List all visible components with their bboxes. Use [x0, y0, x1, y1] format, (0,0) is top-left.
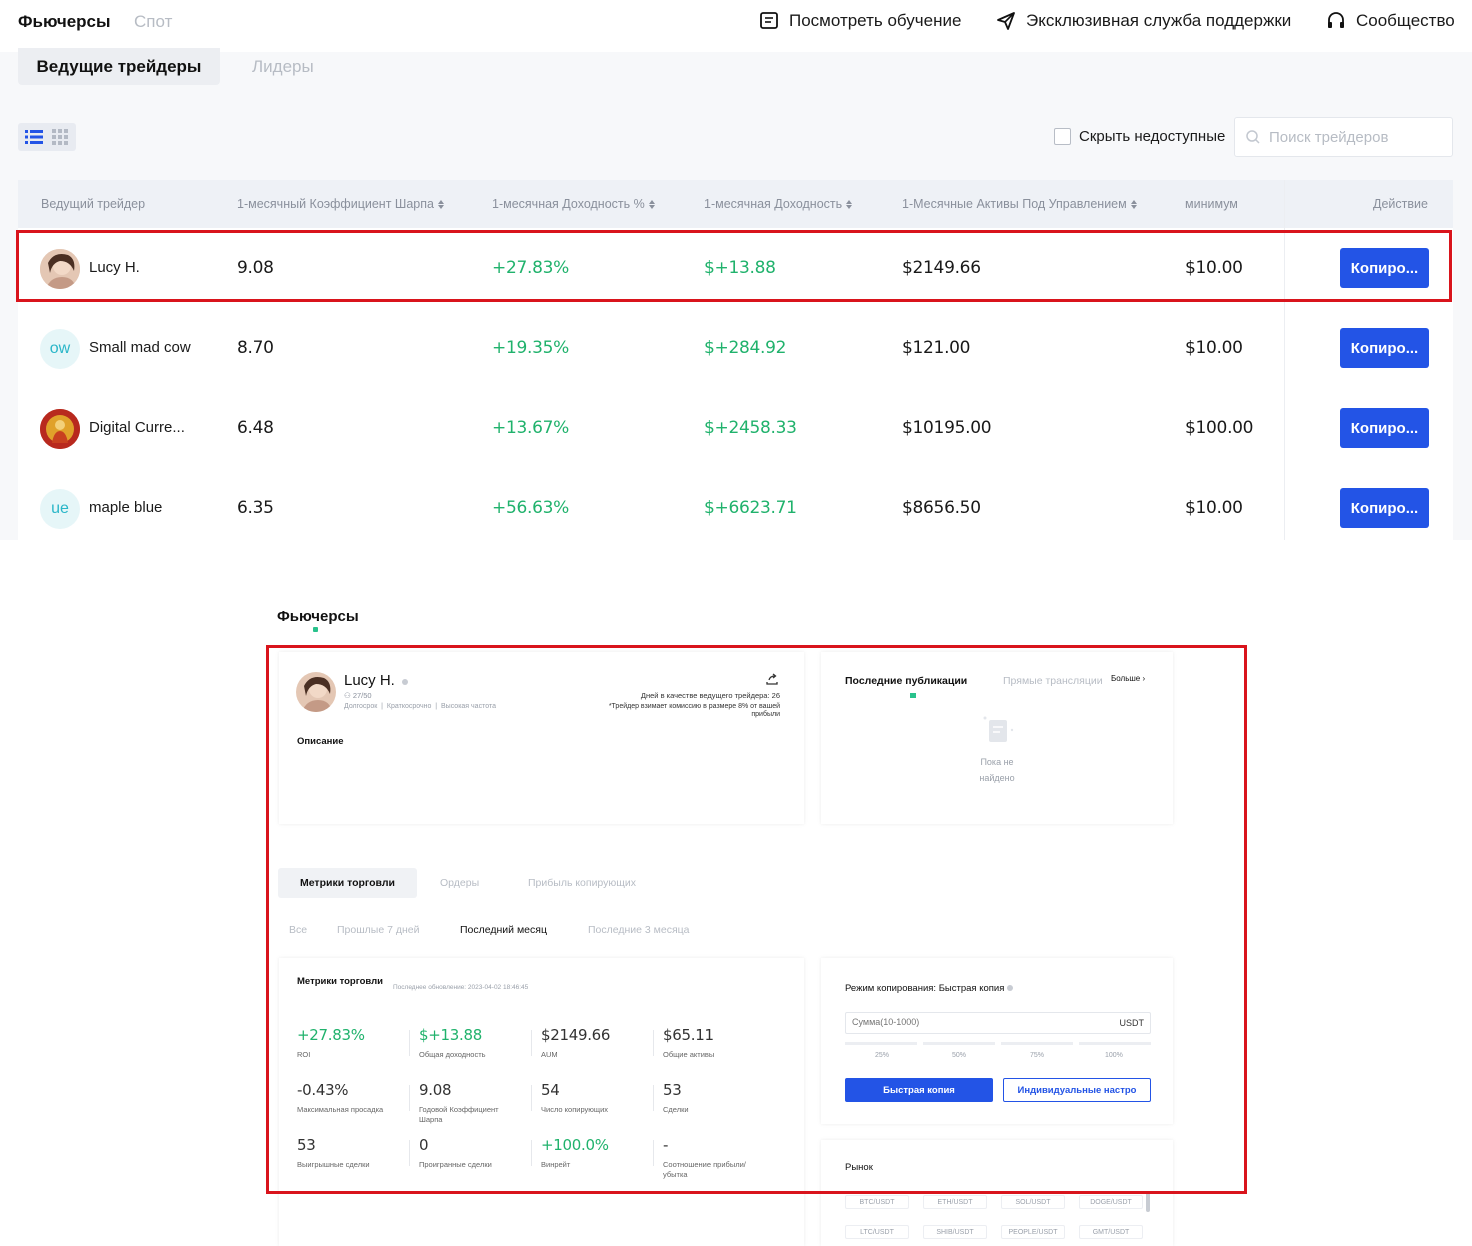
market-pair[interactable]: SOL/USDT: [1001, 1195, 1065, 1209]
minimum-value: $10.00: [1185, 498, 1243, 518]
avatar[interactable]: ow: [40, 329, 80, 369]
grid-view-icon[interactable]: [50, 128, 70, 146]
copy-button[interactable]: Копиро...: [1340, 328, 1429, 368]
pnl-value: $+2458.33: [704, 418, 797, 438]
send-icon: [997, 12, 1015, 30]
minimum-value: $10.00: [1185, 338, 1243, 358]
highlight-box: [266, 645, 1247, 1194]
aum-value: $121.00: [902, 338, 971, 358]
headset-icon: [1328, 12, 1344, 28]
support-link[interactable]: Эксклюзивная служба поддержки: [996, 11, 1291, 31]
tab-futures[interactable]: Фьючерсы: [18, 12, 111, 32]
document-icon: [760, 12, 778, 29]
hide-unavailable-label: Скрыть недоступные: [1079, 128, 1226, 145]
table-header: Ведущий трейдер 1-месячный Коэффициент Ш…: [18, 180, 1453, 228]
list-view-icon[interactable]: [24, 128, 44, 146]
col-action: Действие: [1373, 197, 1428, 211]
copy-button[interactable]: Копиро...: [1340, 408, 1429, 448]
trader-name[interactable]: Digital Curre...: [89, 419, 185, 436]
sort-icon[interactable]: [1130, 199, 1137, 209]
aum-value: $8656.50: [902, 498, 981, 518]
community-link-label: Сообщество: [1356, 11, 1455, 30]
minimum-value: $100.00: [1185, 418, 1254, 438]
sort-icon[interactable]: [648, 199, 655, 209]
trader-search[interactable]: [1234, 117, 1453, 157]
search-icon: [1246, 130, 1260, 144]
roi-value: +13.67%: [492, 418, 569, 438]
roi-value: +56.63%: [492, 498, 569, 518]
highlight-box: [16, 230, 1452, 302]
trader-name[interactable]: Small mad cow: [89, 339, 191, 356]
trader-name[interactable]: maple blue: [89, 499, 162, 516]
tutorial-link-label: Посмотреть обучение: [789, 11, 962, 30]
copy-button[interactable]: Копиро...: [1340, 488, 1429, 528]
community-link[interactable]: Сообщество: [1326, 11, 1455, 31]
view-toggle: [18, 123, 76, 151]
roi-value: +19.35%: [492, 338, 569, 358]
active-tab-indicator: [313, 627, 318, 632]
table-row: ow Small mad cow 8.70 +19.35% $+284.92 $…: [18, 309, 1453, 389]
col-aum[interactable]: 1-Месячные Активы Под Управлением: [902, 197, 1137, 211]
avatar[interactable]: [40, 409, 80, 449]
search-input[interactable]: [1269, 128, 1439, 146]
scrollbar[interactable]: [1146, 1192, 1150, 1212]
table-row: Digital Curre... 6.48 +13.67% $+2458.33 …: [18, 389, 1453, 469]
support-link-label: Эксклюзивная служба поддержки: [1026, 11, 1292, 30]
col-trader: Ведущий трейдер: [41, 197, 146, 211]
sort-icon[interactable]: [437, 199, 444, 209]
pnl-value: $+6623.71: [704, 498, 797, 518]
section-title: Фьючерсы: [277, 608, 359, 625]
sharpe-value: 8.70: [237, 338, 274, 358]
market-pair[interactable]: GMT/USDT: [1079, 1225, 1143, 1239]
col-minimum: минимум: [1185, 197, 1238, 211]
subtab-leading-traders[interactable]: Ведущие трейдеры: [18, 48, 220, 85]
market-pair[interactable]: ETH/USDT: [923, 1195, 987, 1209]
hide-unavailable-toggle[interactable]: Скрыть недоступные: [1054, 128, 1225, 145]
col-sharpe[interactable]: 1-месячный Коэффициент Шарпа: [237, 197, 444, 211]
sort-icon[interactable]: [846, 199, 853, 209]
table-row: ue maple blue 6.35 +56.63% $+6623.71 $86…: [18, 469, 1453, 549]
subtab-leaders[interactable]: Лидеры: [252, 57, 314, 77]
sharpe-value: 6.35: [237, 498, 274, 518]
hide-unavailable-checkbox[interactable]: [1054, 128, 1071, 145]
tutorial-link[interactable]: Посмотреть обучение: [759, 11, 961, 31]
avatar[interactable]: ue: [40, 489, 80, 529]
market-pair[interactable]: SHIB/USDT: [923, 1225, 987, 1239]
tab-spot[interactable]: Спот: [134, 12, 172, 32]
col-roi-percent[interactable]: 1-месячная Доходность %: [492, 197, 655, 211]
market-pair[interactable]: LTC/USDT: [845, 1225, 909, 1239]
top-bar: Фьючерсы Спот Посмотреть обучение Эксклю…: [0, 0, 1472, 52]
market-pair[interactable]: DOGE/USDT: [1079, 1195, 1143, 1209]
market-pair[interactable]: BTC/USDT: [845, 1195, 909, 1209]
sharpe-value: 6.48: [237, 418, 274, 438]
pnl-value: $+284.92: [704, 338, 787, 358]
market-pair[interactable]: PEOPLE/USDT: [1001, 1225, 1065, 1239]
aum-value: $10195.00: [902, 418, 992, 438]
col-pnl[interactable]: 1-месячная Доходность: [704, 197, 853, 211]
